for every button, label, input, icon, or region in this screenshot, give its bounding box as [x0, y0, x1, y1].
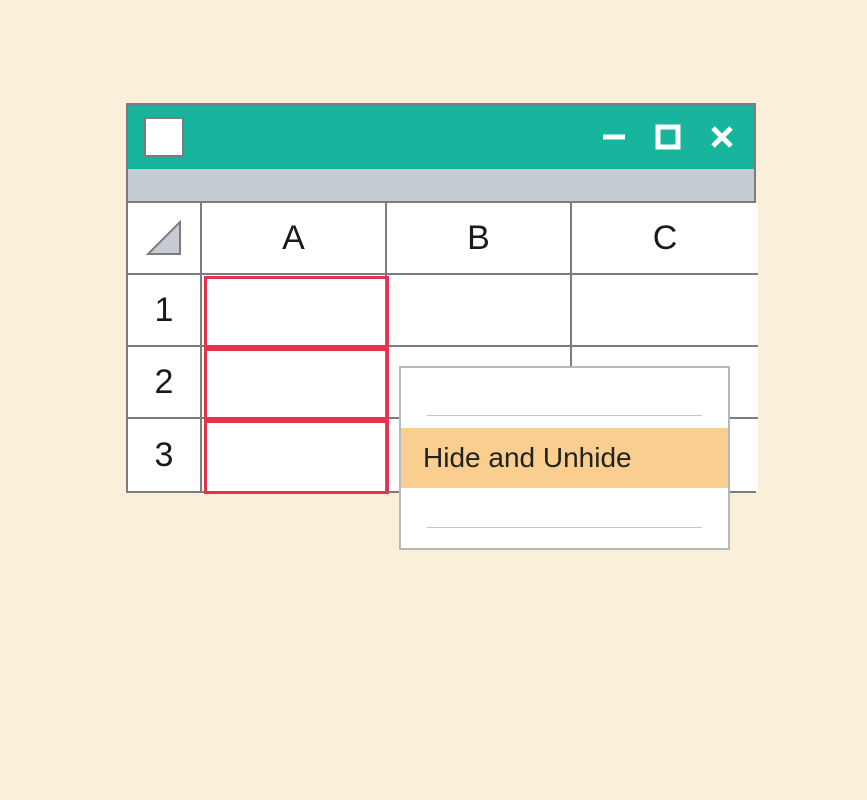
row-header-2[interactable]: 2	[128, 347, 202, 419]
cell-b1[interactable]	[387, 275, 572, 347]
context-menu-item-placeholder[interactable]	[401, 488, 728, 548]
maximize-icon[interactable]	[654, 123, 682, 151]
column-header-b[interactable]: B	[387, 203, 572, 275]
cell-a1[interactable]	[202, 275, 387, 347]
select-all-corner[interactable]	[128, 203, 202, 275]
column-header-c[interactable]: C	[572, 203, 758, 275]
context-menu: Hide and Unhide	[399, 366, 730, 550]
column-header-a[interactable]: A	[202, 203, 387, 275]
row-header-1[interactable]: 1	[128, 275, 202, 347]
cell-c1[interactable]	[572, 275, 758, 347]
close-icon[interactable]	[708, 123, 736, 151]
app-icon	[144, 117, 184, 157]
row-header-3[interactable]: 3	[128, 419, 202, 491]
cell-a2[interactable]	[202, 347, 387, 419]
minimize-icon[interactable]	[600, 123, 628, 151]
window-controls	[600, 105, 736, 169]
ribbon-bar	[128, 169, 754, 203]
context-menu-item-hide-unhide[interactable]: Hide and Unhide	[401, 428, 728, 488]
context-menu-item-placeholder[interactable]	[401, 368, 728, 428]
title-bar	[128, 105, 754, 169]
cell-a3[interactable]	[202, 419, 387, 491]
